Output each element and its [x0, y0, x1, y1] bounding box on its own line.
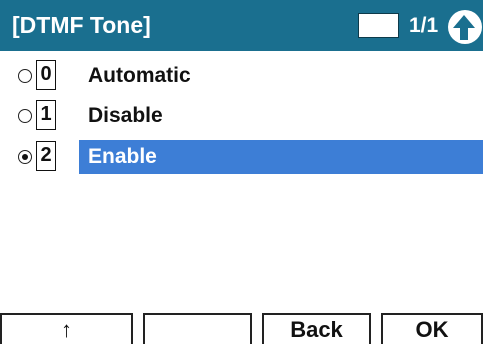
- option-label: Enable: [88, 145, 157, 168]
- option-enable[interactable]: 2 Enable: [0, 140, 483, 174]
- softkey-ok[interactable]: OK: [381, 313, 483, 344]
- up-arrow-icon[interactable]: [448, 10, 482, 44]
- dial-key-2: 2: [36, 141, 56, 171]
- radio-button[interactable]: [18, 69, 32, 83]
- softkey-back[interactable]: Back: [262, 313, 371, 344]
- option-label: Automatic: [88, 64, 191, 87]
- softkey-up-arrow[interactable]: ↑: [0, 313, 133, 344]
- header-bar: [DTMF Tone] 1/1: [0, 0, 483, 51]
- radio-button-selected[interactable]: [18, 150, 32, 164]
- page-indicator-box: [358, 13, 399, 38]
- page-number: 1/1: [409, 14, 439, 37]
- page-title: [DTMF Tone]: [12, 12, 151, 38]
- option-automatic[interactable]: 0 Automatic: [0, 59, 483, 93]
- dial-key-1: 1: [36, 100, 56, 130]
- dial-key-0: 0: [36, 60, 56, 90]
- option-disable[interactable]: 1 Disable: [0, 99, 483, 133]
- softkey-blank[interactable]: [143, 313, 252, 344]
- radio-button[interactable]: [18, 109, 32, 123]
- option-label: Disable: [88, 104, 163, 127]
